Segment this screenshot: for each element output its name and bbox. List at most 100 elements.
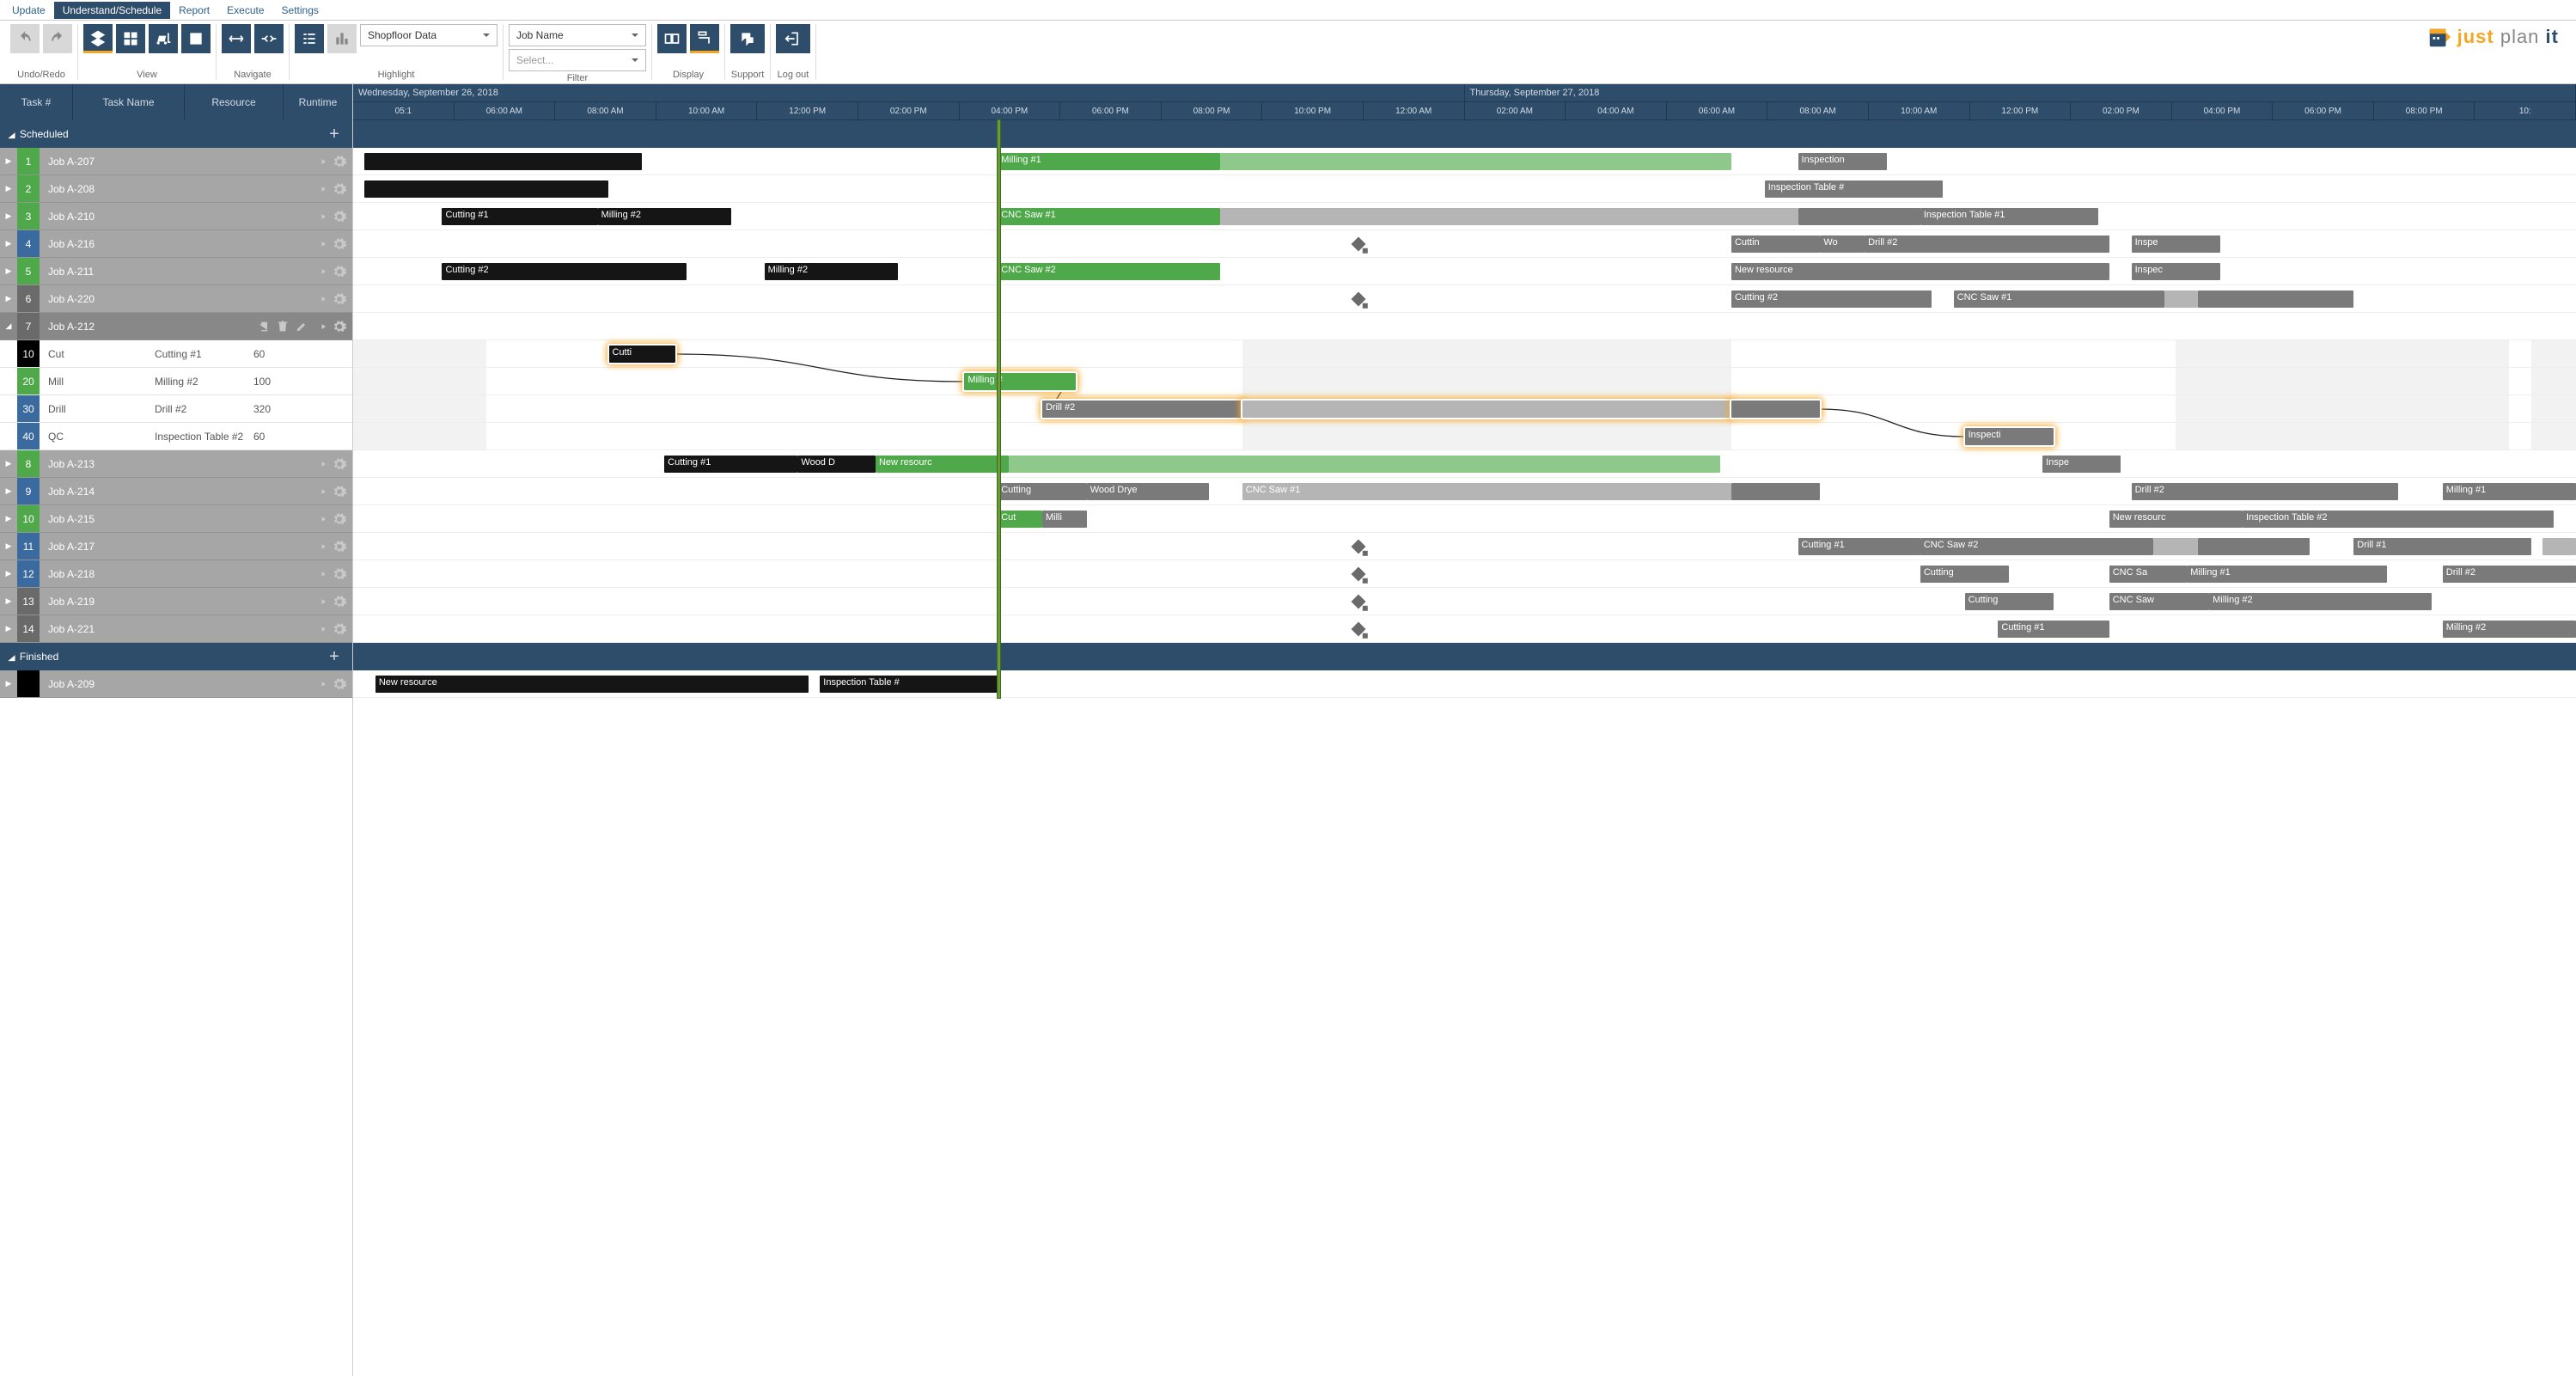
job-gear-icon[interactable]	[332, 209, 347, 224]
gantt-bar[interactable]	[364, 180, 609, 198]
expand-icon[interactable]: ▶	[0, 459, 17, 468]
gantt-bar[interactable]: Milling #1	[998, 153, 1220, 170]
gantt-bar[interactable]: Cutting #2	[1731, 290, 1932, 308]
task-row[interactable]: 20MillMilling #2100	[0, 368, 352, 395]
gantt-job-row[interactable]: CuttingCNC SaMilling #1Drill #2	[353, 560, 2576, 588]
gantt-bar[interactable]: Milling #2	[598, 208, 731, 225]
job-link-icon[interactable]	[313, 676, 328, 692]
gantt-bar[interactable]: New resource	[1731, 263, 2109, 280]
expand-icon[interactable]: ▶	[0, 156, 17, 166]
job-row[interactable]: ▶Job A-209	[0, 670, 352, 698]
job-row[interactable]: ▶13Job A-219	[0, 588, 352, 615]
milestone-marker[interactable]	[1352, 540, 1366, 554]
job-gear-icon[interactable]	[332, 621, 347, 637]
gantt-bar[interactable]	[1220, 208, 1798, 225]
task-row[interactable]: 40QCInspection Table #260	[0, 423, 352, 450]
highlight-list-button[interactable]	[295, 24, 324, 53]
job-link-icon[interactable]	[313, 484, 328, 499]
expand-icon[interactable]: ▶	[0, 239, 17, 248]
menu-tab-understand-schedule[interactable]: Understand/Schedule	[54, 2, 170, 19]
gantt-bar[interactable]	[1242, 401, 1731, 418]
menu-tab-settings[interactable]: Settings	[273, 2, 327, 19]
gantt-bar[interactable]: New resourc	[876, 456, 1009, 473]
gantt-bar[interactable]: Wood D	[797, 456, 876, 473]
gantt-bar[interactable]	[1731, 401, 1820, 418]
gantt-bar[interactable]: CNC Saw #1	[1242, 483, 1731, 500]
filter-field-dropdown[interactable]: Job Name	[509, 24, 646, 46]
job-row[interactable]: ◢7Job A-212	[0, 313, 352, 340]
job-link-icon[interactable]	[313, 264, 328, 279]
gantt-bar[interactable]: Wood Drye	[1087, 483, 1209, 500]
job-link-icon[interactable]	[313, 621, 328, 637]
menu-tab-execute[interactable]: Execute	[218, 2, 272, 19]
gantt-bar[interactable]: Cutting #1	[664, 456, 797, 473]
task-row[interactable]: 10CutCutting #160	[0, 340, 352, 368]
navigate-collapse-button[interactable]	[254, 24, 284, 53]
gantt-bar[interactable]	[1731, 483, 1820, 500]
gantt-bar[interactable]: Inspecti	[1965, 428, 2054, 445]
gantt-bar[interactable]: Cutting #2	[442, 263, 687, 280]
gantt-bar[interactable]: Inspection Table #	[820, 676, 998, 693]
gantt-job-row[interactable]: New resourceInspection Table #	[353, 670, 2576, 698]
job-row[interactable]: ▶4Job A-216	[0, 230, 352, 258]
support-button[interactable]	[730, 24, 765, 53]
job-gear-icon[interactable]	[332, 511, 347, 527]
job-link-icon[interactable]	[313, 291, 328, 307]
gantt-bar[interactable]: Inspection Table #	[1765, 180, 1943, 198]
gantt-job-row[interactable]: CuttinWoDrill #2 Inspe	[353, 230, 2576, 258]
milestone-marker[interactable]	[1352, 622, 1366, 637]
gantt-job-row[interactable]: Cutting #1Milling #2CNC Saw #1Inspection…	[353, 203, 2576, 230]
gantt-bar[interactable]: CNC Saw #1	[1954, 290, 2165, 308]
gantt-task-row[interactable]: Inspecti	[353, 423, 2576, 450]
gantt-bar[interactable]	[1220, 153, 1731, 170]
milestone-marker[interactable]	[1352, 595, 1366, 609]
expand-icon[interactable]: ▶	[0, 596, 17, 606]
gantt-bar[interactable]: Cuttin	[1731, 235, 1820, 253]
redo-button[interactable]	[43, 24, 72, 53]
gantt-bar[interactable]: Inspection	[1798, 153, 1887, 170]
gantt-bar[interactable]: Milling #2	[2209, 593, 2432, 610]
gantt-bar[interactable]: Cutting	[998, 483, 1086, 500]
gantt-job-row[interactable]: Inspection Table #	[353, 175, 2576, 203]
job-gear-icon[interactable]	[332, 456, 347, 472]
gantt-job-row[interactable]: Cutting #1Wood DNew resourcInspe	[353, 450, 2576, 478]
job-link-icon[interactable]	[313, 319, 328, 334]
job-link-icon[interactable]	[313, 566, 328, 582]
gantt-bar[interactable]: Milling #2	[2443, 621, 2576, 638]
job-gear-icon[interactable]	[332, 319, 347, 334]
job-row[interactable]: ▶10Job A-215	[0, 505, 352, 533]
job-link-icon[interactable]	[313, 594, 328, 609]
view-resources-button[interactable]	[116, 24, 145, 53]
view-forklift-button[interactable]	[149, 24, 178, 53]
gantt-bar[interactable]: Milli	[1042, 511, 1087, 528]
job-row[interactable]: ▶2Job A-208	[0, 175, 352, 203]
gantt-job-row[interactable]: Cutting #2Milling #2CNC Saw #2New resour…	[353, 258, 2576, 285]
gantt-job-row[interactable]	[353, 313, 2576, 340]
view-calendar-button[interactable]: 8	[181, 24, 211, 53]
job-row[interactable]: ▶14Job A-221	[0, 615, 352, 643]
gantt-job-row[interactable]: Cutting #1 Milling #2	[353, 615, 2576, 643]
job-link-icon[interactable]	[313, 209, 328, 224]
milestone-marker[interactable]	[1352, 292, 1366, 307]
gantt-bar[interactable]: Drill #2	[1865, 235, 2109, 253]
gantt-job-row[interactable]: CuttingWood DryeCNC Saw #1Drill #2Millin…	[353, 478, 2576, 505]
job-gear-icon[interactable]	[332, 154, 347, 169]
gantt-bar[interactable]: Cutting #1	[1998, 621, 2109, 638]
job-gear-icon[interactable]	[332, 236, 347, 252]
add-finished-button[interactable]: +	[325, 647, 344, 666]
edit-icon[interactable]	[294, 319, 309, 334]
gantt-bar[interactable]: Inspe	[2132, 235, 2220, 253]
gantt-bar[interactable]	[364, 153, 642, 170]
gantt-bar[interactable]	[1798, 208, 1920, 225]
job-link-icon[interactable]	[313, 511, 328, 527]
job-link-icon[interactable]	[313, 154, 328, 169]
gantt-bar[interactable]: Wo	[1820, 235, 1865, 253]
view-layers-button[interactable]	[83, 24, 113, 53]
job-row[interactable]: ▶6Job A-220	[0, 285, 352, 313]
delete-icon[interactable]	[275, 319, 290, 334]
expand-icon[interactable]: ▶	[0, 184, 17, 193]
gantt-bar[interactable]: Drill #2	[2443, 566, 2576, 583]
filter-value-dropdown[interactable]: Select...	[509, 49, 646, 71]
section-finished[interactable]: Finished +	[0, 643, 352, 670]
gantt-bar[interactable]	[1009, 456, 1720, 473]
